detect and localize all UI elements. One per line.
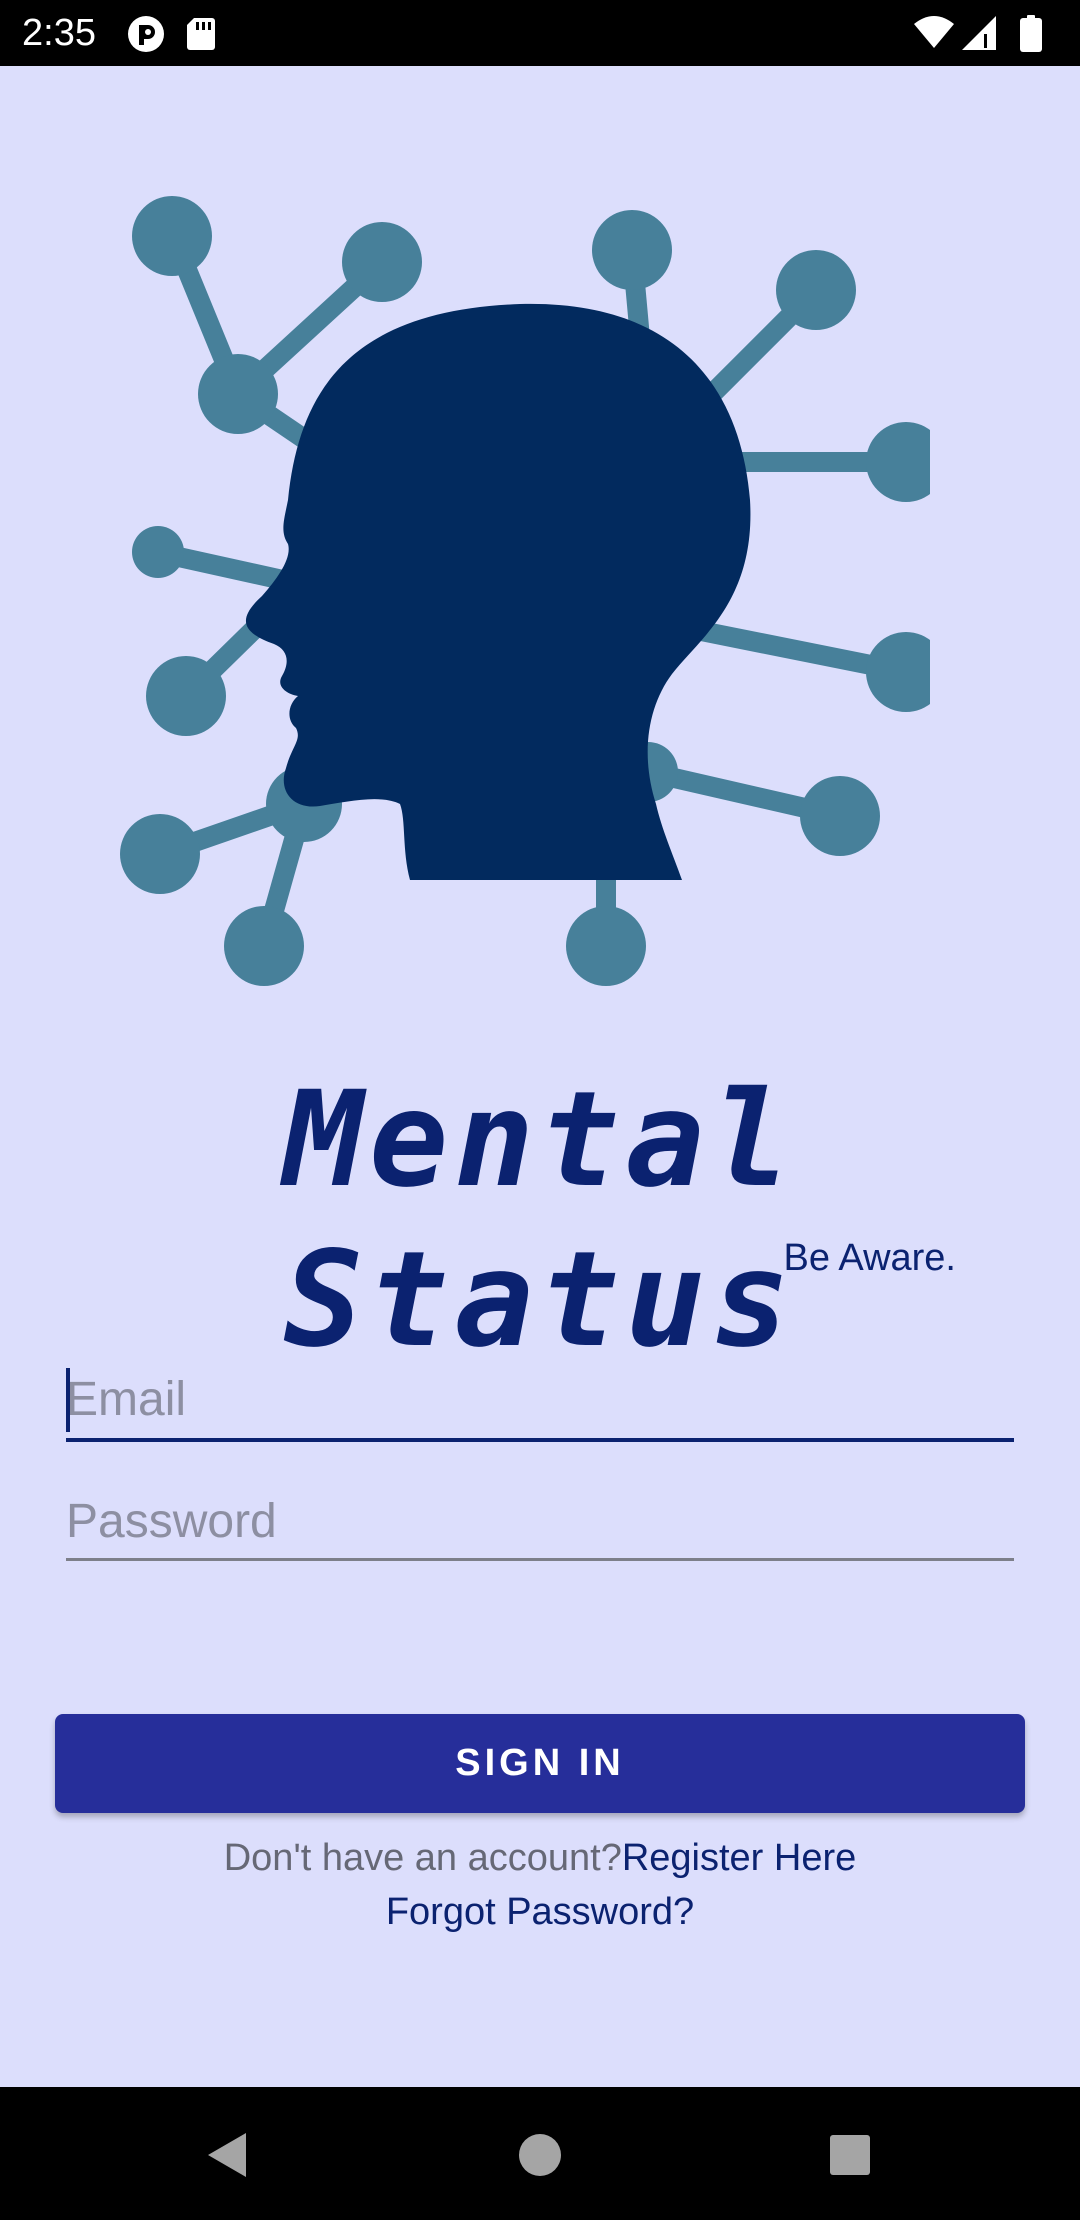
status-right-icons [914,15,1042,52]
password-input[interactable] [66,1492,1014,1552]
status-time: 2:35 [22,12,96,54]
sign-in-button[interactable]: SIGN IN [55,1714,1025,1813]
text-cursor [66,1368,70,1432]
wifi-icon [914,16,954,48]
app-logo [120,196,930,986]
register-prompt: Don't have an account?Register Here [0,1832,1080,1884]
navigation-bar [0,2087,1080,2220]
forgot-password-link[interactable]: Forgot Password? [0,1886,1080,1938]
status-left-icons [128,16,215,52]
password-field[interactable] [66,1492,1014,1561]
notification-icon [128,16,164,52]
app-tagline: Be Aware. [783,1237,956,1279]
sd-card-icon [187,18,215,50]
email-input[interactable] [66,1370,1014,1430]
signal-icon [962,16,996,50]
email-underline [66,1438,1014,1442]
password-underline [66,1558,1014,1561]
status-bar: 2:35 [0,0,1080,66]
recents-icon[interactable] [820,2125,880,2185]
login-screen: 2:35 Mental Status Be Aware. Email SIGN … [0,0,1080,2220]
back-icon[interactable] [200,2125,260,2185]
email-field[interactable] [66,1368,1014,1442]
home-icon[interactable] [510,2125,570,2185]
head-silhouette-icon [245,303,751,880]
no-account-text: Don't have an account? [223,1837,622,1879]
battery-icon [1020,15,1042,52]
register-link[interactable]: Register Here [622,1837,856,1879]
app-title: Mental Status [283,1063,797,1377]
